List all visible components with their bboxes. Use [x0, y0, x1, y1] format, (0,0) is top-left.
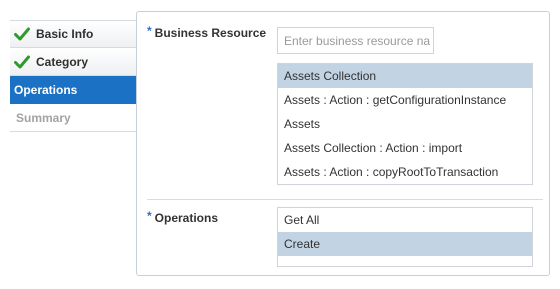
wizard-step-category[interactable]: Category: [10, 48, 136, 76]
list-item[interactable]: Assets : Action : copyRootToTransaction: [278, 160, 532, 184]
business-resource-label-text: Business Resource: [154, 26, 267, 40]
operations-label-text: Operations: [154, 211, 219, 225]
operations-panel: *Business Resource Assets Collection Ass…: [136, 11, 550, 276]
checkmark-icon: [14, 55, 30, 68]
section-divider: [147, 199, 543, 200]
list-item[interactable]: Create: [278, 232, 532, 256]
wizard-step-basic-info[interactable]: Basic Info: [10, 20, 136, 48]
wizard-step-label: Operations: [14, 82, 78, 97]
wizard-step-operations[interactable]: Operations: [10, 76, 136, 104]
wizard-nav: Basic Info Category Operations Summary: [10, 20, 136, 132]
list-item[interactable]: Assets Collection : Action : import: [278, 136, 532, 160]
wizard-step-label: Summary: [16, 110, 71, 125]
operations-label: * Operations: [147, 209, 219, 225]
list-item[interactable]: Assets: [278, 112, 532, 136]
business-resource-label: * Business Resource: [147, 24, 267, 40]
wizard-step-label: Category: [36, 54, 89, 69]
business-resource-search-input[interactable]: [277, 27, 434, 54]
wizard-step-label: Basic Info: [36, 27, 94, 41]
required-asterisk: *: [147, 24, 152, 38]
list-item[interactable]: Get All: [278, 208, 532, 232]
list-item[interactable]: Assets : Action : getConfigurationInstan…: [278, 88, 532, 112]
operations-listbox[interactable]: Get All Create: [277, 207, 533, 267]
checkmark-icon: [14, 27, 30, 41]
wizard-step-summary[interactable]: Summary: [10, 104, 136, 132]
list-item[interactable]: Assets Collection: [278, 64, 532, 88]
business-resource-listbox[interactable]: Assets Collection Assets : Action : getC…: [277, 63, 533, 185]
required-asterisk: *: [147, 209, 152, 223]
